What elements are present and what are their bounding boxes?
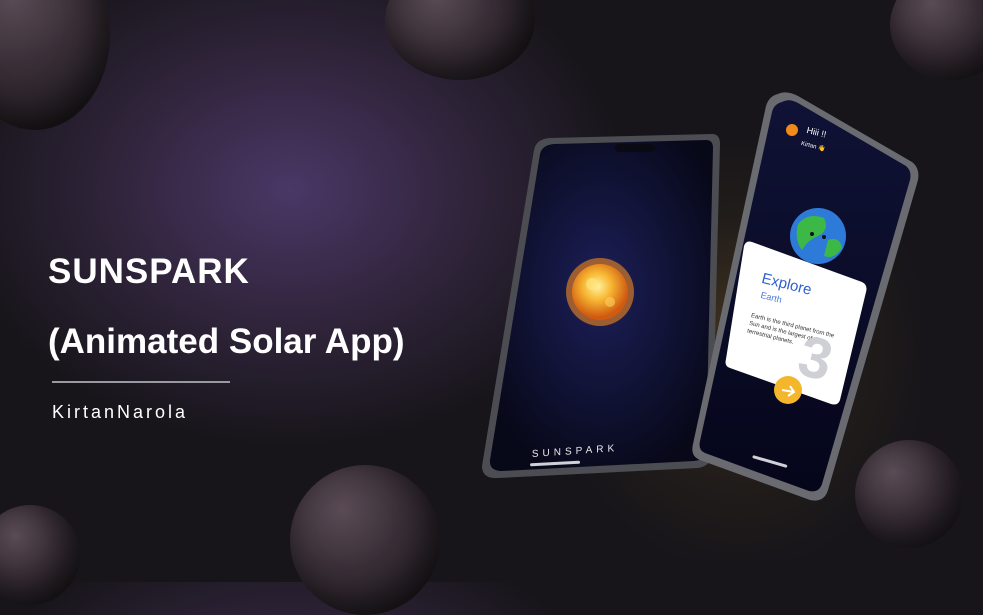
decor-sphere (385, 0, 535, 80)
decor-sphere (0, 505, 80, 605)
phone-splash-mockup (480, 132, 720, 482)
sun-icon (566, 258, 634, 326)
phone-frame (482, 134, 720, 479)
decor-sphere (890, 0, 983, 80)
divider (52, 381, 230, 383)
avatar[interactable] (786, 124, 798, 136)
decor-sphere (290, 465, 440, 615)
earth-icon (790, 208, 846, 264)
app-title: SUNSPARK (48, 252, 250, 291)
app-subtitle: (Animated Solar App) (48, 322, 405, 361)
author-name: KirtanNarola (52, 402, 189, 422)
decor-sphere (0, 0, 110, 130)
